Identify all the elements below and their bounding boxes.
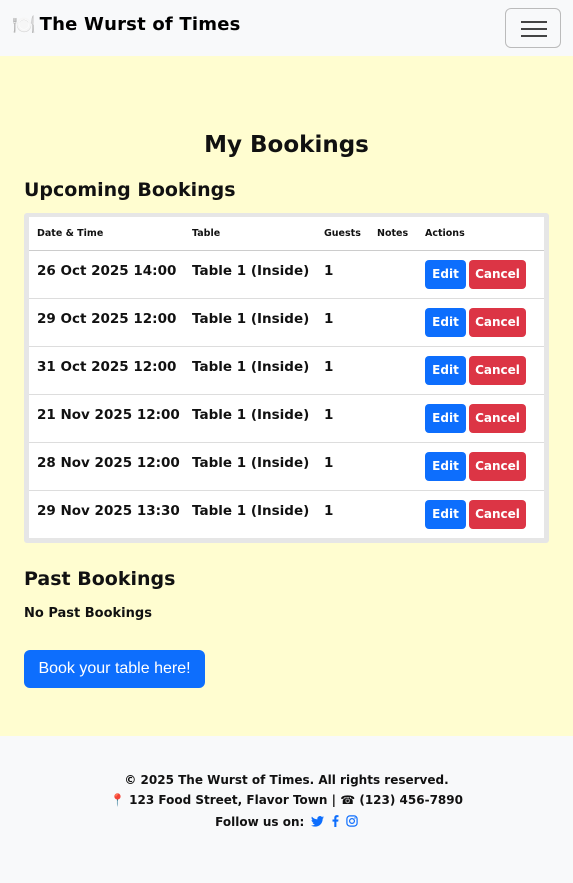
- cell-actions: Edit Cancel: [417, 490, 544, 538]
- hamburger-menu-icon: [521, 21, 547, 23]
- cancel-button[interactable]: Cancel: [469, 355, 526, 385]
- navbar-toggler-button[interactable]: [505, 8, 561, 48]
- location-pin-icon: 📍: [110, 793, 125, 807]
- cell-date-time: 21 Nov 2025 12:00: [29, 394, 184, 443]
- separator: |: [331, 793, 337, 807]
- column-header-table: Table: [184, 217, 316, 251]
- social-line: Follow us on:: [0, 815, 573, 829]
- past-bookings-heading: Past Bookings: [24, 568, 176, 590]
- cell-guests: 1: [316, 442, 369, 491]
- cancel-button[interactable]: Cancel: [469, 403, 526, 433]
- cell-notes: [369, 298, 417, 347]
- table-row: 21 Nov 2025 12:00 Table 1 (Inside) 1 Edi…: [29, 394, 544, 443]
- cell-table: Table 1 (Inside): [184, 394, 316, 443]
- contact-line: 📍 123 Food Street, Flavor Town | ☎ (123)…: [0, 793, 573, 807]
- bookings-table: Date & Time Table Guests Notes Actions 2…: [29, 217, 544, 538]
- cell-guests: 1: [316, 394, 369, 443]
- cell-table: Table 1 (Inside): [184, 250, 316, 299]
- main-content: My Bookings Upcoming Bookings Date & Tim…: [0, 56, 573, 736]
- edit-button[interactable]: Edit: [425, 307, 466, 337]
- cell-date-time: 29 Nov 2025 13:30: [37, 502, 180, 519]
- edit-button[interactable]: Edit: [425, 403, 466, 433]
- edit-button[interactable]: Edit: [425, 259, 466, 289]
- column-header-notes: Notes: [369, 217, 417, 251]
- cell-guests: 1: [324, 502, 334, 519]
- cell-notes: [369, 442, 417, 491]
- address-text: 123 Food Street, Flavor Town: [129, 793, 328, 807]
- table-header-row: Date & Time Table Guests Notes Actions: [29, 217, 544, 251]
- cell-date-time: 26 Oct 2025 14:00: [29, 250, 184, 299]
- cell-actions: Edit Cancel: [417, 394, 544, 443]
- cell-date-time: 28 Nov 2025 12:00: [29, 442, 184, 491]
- cancel-button[interactable]: Cancel: [469, 499, 526, 529]
- cell-notes: [369, 394, 417, 443]
- instagram-icon[interactable]: [346, 815, 358, 827]
- edit-button[interactable]: Edit: [425, 355, 466, 385]
- cell-table: Table 1 (Inside): [184, 346, 316, 395]
- cancel-button[interactable]: Cancel: [469, 259, 526, 289]
- cancel-button[interactable]: Cancel: [469, 307, 526, 337]
- cell-date-time: 29 Oct 2025 12:00: [29, 298, 184, 347]
- table-row: 28 Nov 2025 12:00 Table 1 (Inside) 1 Edi…: [29, 442, 544, 491]
- plate-icon: 🍽️: [12, 13, 36, 36]
- table-row: 29 Oct 2025 12:00 Table 1 (Inside) 1 Edi…: [29, 298, 544, 347]
- cell-actions: Edit Cancel: [417, 250, 544, 299]
- follow-us-label: Follow us on:: [215, 815, 305, 829]
- column-header-actions: Actions: [417, 217, 544, 251]
- cell-notes: [369, 346, 417, 395]
- twitter-icon[interactable]: [311, 816, 325, 827]
- upcoming-bookings-heading: Upcoming Bookings: [24, 179, 236, 201]
- edit-button[interactable]: Edit: [425, 499, 466, 529]
- cell-guests: 1: [316, 298, 369, 347]
- cell-notes: [369, 250, 417, 299]
- column-header-date-time: Date & Time: [29, 217, 184, 251]
- cell-actions: Edit Cancel: [417, 442, 544, 491]
- table-row: 29 Nov 2025 13:30 Table 1 (Inside) 1 Edi…: [29, 490, 544, 538]
- footer: © 2025 The Wurst of Times. All rights re…: [0, 736, 573, 883]
- table-row: 26 Oct 2025 14:00 Table 1 (Inside) 1 Edi…: [29, 250, 544, 299]
- cell-actions: Edit Cancel: [417, 346, 544, 395]
- phone-icon: ☎: [340, 793, 356, 807]
- book-table-button[interactable]: Book your table here!: [24, 650, 205, 688]
- copyright-text: © 2025 The Wurst of Times. All rights re…: [124, 773, 449, 787]
- cell-table: Table 1 (Inside): [192, 502, 310, 519]
- bookings-table-container: Date & Time Table Guests Notes Actions 2…: [24, 213, 549, 543]
- phone-text: (123) 456-7890: [359, 793, 463, 807]
- cell-table: Table 1 (Inside): [184, 298, 316, 347]
- brand-text: The Wurst of Times: [39, 14, 241, 35]
- table-row: 31 Oct 2025 12:00 Table 1 (Inside) 1 Edi…: [29, 346, 544, 395]
- cell-actions: Edit Cancel: [417, 298, 544, 347]
- cell-guests: 1: [316, 346, 369, 395]
- no-past-bookings-text: No Past Bookings: [24, 606, 152, 621]
- cell-date-time: 31 Oct 2025 12:00: [29, 346, 184, 395]
- navbar: 🍽️ The Wurst of Times: [0, 0, 573, 56]
- edit-button[interactable]: Edit: [425, 451, 466, 481]
- page-title: My Bookings: [204, 132, 369, 158]
- cancel-button[interactable]: Cancel: [469, 451, 526, 481]
- cell-notes: [369, 490, 417, 538]
- column-header-guests: Guests: [316, 217, 369, 251]
- facebook-icon[interactable]: [332, 815, 339, 827]
- cell-guests: 1: [316, 250, 369, 299]
- cell-table: Table 1 (Inside): [184, 442, 316, 491]
- brand-link[interactable]: 🍽️ The Wurst of Times: [12, 14, 241, 35]
